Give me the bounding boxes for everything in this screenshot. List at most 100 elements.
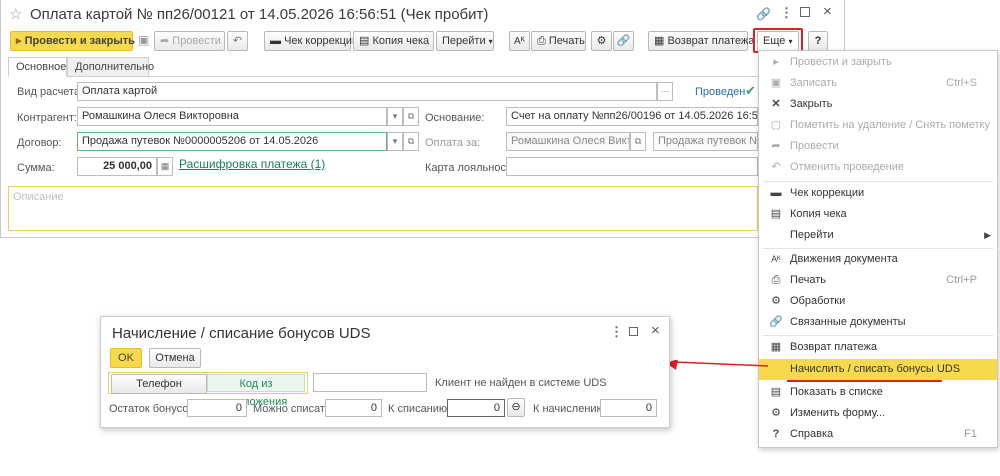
payment-for-contract: Продажа путевок №00000 — [653, 132, 758, 151]
menu-item-go-to[interactable]: Перейти ▶ — [759, 225, 997, 246]
tab-phone[interactable]: Телефон — [111, 374, 207, 394]
menu-item-movements[interactable]: Aᴷ Движения документа — [759, 249, 997, 270]
post-close-icon: ▸ — [16, 35, 22, 47]
ok-button[interactable]: OK — [110, 348, 142, 368]
menu-item-uds-bonuses[interactable]: Начислить / списать бонусы UDS — [759, 359, 997, 380]
balance-field: 0 — [187, 399, 247, 417]
maximize-icon[interactable] — [629, 327, 638, 336]
menu-item-close[interactable]: ✕ Закрыть — [759, 94, 997, 115]
receipt-copy-button[interactable]: ▤ Копия чека — [353, 31, 434, 51]
sum-field[interactable]: 25 000,00 — [77, 157, 157, 176]
contract-field[interactable]: Продажа путевок №0000005206 от 14.05.202… — [77, 132, 387, 151]
menu-item-unpost[interactable]: ↶ Отменить проведение — [759, 157, 997, 178]
more-button[interactable]: Еще ▾ — [757, 31, 799, 51]
menu-item-post[interactable]: ➦ Провести — [759, 136, 997, 157]
close-icon[interactable]: × — [651, 322, 660, 339]
basis-field[interactable]: Счет на оплату №пп26/00196 от 14.05.2026… — [506, 107, 758, 126]
tab-main[interactable]: Основное — [8, 57, 67, 77]
fill-max-button[interactable]: ⊖ — [507, 398, 525, 417]
maximize-icon[interactable] — [800, 7, 810, 17]
menu-item-linked-docs[interactable]: 🔗 Связанные документы — [759, 312, 997, 333]
chevron-down-icon[interactable]: ▾ — [387, 107, 403, 126]
loyalty-card-field[interactable] — [506, 157, 758, 176]
to-accrue-label: К начислению: — [533, 403, 608, 415]
close-icon: ✕ — [771, 98, 781, 110]
payment-type-field[interactable]: Оплата картой — [77, 82, 657, 101]
processing-icon: ⚙ — [771, 295, 781, 307]
menu-item-processing[interactable]: ⚙ Обработки — [759, 291, 997, 312]
close-window-icon[interactable]: × — [823, 3, 832, 20]
menu-item-change-form[interactable]: ⚙ Изменить форму... — [759, 403, 997, 424]
open-icon[interactable]: ⧉ — [403, 107, 419, 126]
post-and-close-button[interactable]: ▸ Провести и закрыть — [10, 31, 135, 51]
save-icon[interactable]: ▣ — [138, 33, 149, 47]
save-icon: ▣ — [770, 77, 782, 89]
post-icon: ➦ — [771, 140, 781, 152]
processing-button[interactable]: ⚙ — [591, 31, 612, 51]
mark-delete-icon: ▢ — [770, 119, 782, 131]
help-icon: ? — [772, 428, 780, 440]
calculator-icon[interactable]: ▦ — [157, 157, 173, 176]
settings-icon: ⚙ — [771, 407, 781, 419]
select-icon[interactable]: ··· — [657, 82, 673, 101]
client-status: Клиент не найден в системе UDS — [435, 377, 607, 389]
menu-item-receipt-correction[interactable]: ▬ Чек коррекции — [759, 183, 997, 204]
arrow-left-circle-icon: ⊖ — [511, 401, 521, 413]
favorite-star-icon[interactable]: ☆ — [9, 5, 22, 23]
linked-docs-button[interactable]: 🔗 — [613, 31, 634, 51]
payment-breakdown-link[interactable]: Расшифровка платежа (1) — [179, 157, 325, 171]
link-icon: 🔗 — [769, 316, 783, 328]
chevron-right-icon: ▶ — [984, 230, 991, 240]
checkmark-icon: ✔ — [745, 83, 756, 98]
menu-item-print[interactable]: ⎙ Печать Ctrl+P — [759, 270, 997, 291]
chevron-down-icon[interactable]: ▾ — [387, 132, 403, 151]
post-close-icon: ▸ — [773, 56, 779, 68]
link-icon[interactable]: 🔗 — [756, 7, 771, 21]
comment-field[interactable]: Описание — [8, 186, 758, 231]
to-accrue-field: 0 — [600, 399, 657, 417]
movements-button[interactable]: Aᴷ — [509, 31, 530, 51]
receipt-correction-icon: ▬ — [770, 187, 782, 199]
menu-item-refund[interactable]: ▦ Возврат платежа — [759, 337, 997, 358]
open-icon[interactable]: ⧉ — [630, 132, 646, 151]
unpost-button[interactable]: ↶ — [227, 31, 248, 51]
tab-app-code[interactable]: Код из приложения — [207, 374, 305, 408]
counterparty-field[interactable]: Ромашкина Олеся Викторовна — [77, 107, 387, 126]
uds-dialog: Начисление / списание бонусов UDS ⋮ × OK… — [100, 316, 670, 428]
link-icon: 🔗 — [616, 35, 631, 47]
go-to-dropdown[interactable]: Перейти ▾ — [436, 31, 494, 51]
post-button[interactable]: ➦ Провести — [154, 31, 225, 51]
chevron-down-icon: ▾ — [488, 37, 493, 46]
refund-icon: ▦ — [770, 341, 782, 353]
more-vertical-icon[interactable]: ⋮ — [780, 5, 793, 21]
code-input[interactable] — [313, 373, 427, 392]
print-button[interactable]: ⎙ Печать — [531, 31, 586, 51]
post-icon: ➦ — [160, 35, 170, 47]
menu-item-show-in-list[interactable]: ▤ Показать в списке — [759, 382, 997, 403]
menu-item-post-close[interactable]: ▸ Провести и закрыть — [759, 52, 997, 73]
tab-additional[interactable]: Дополнительно — [67, 57, 154, 77]
menu-separator — [763, 181, 993, 182]
menu-item-receipt-copy[interactable]: ▤ Копия чека — [759, 204, 997, 225]
receipt-copy-icon: ▤ — [770, 208, 782, 220]
chevron-down-icon: ▾ — [788, 37, 793, 46]
help-button[interactable]: ? — [808, 31, 828, 51]
menu-item-help[interactable]: ? Справка F1 — [759, 424, 997, 445]
dialog-title: Начисление / списание бонусов UDS — [112, 325, 371, 342]
more-vertical-icon[interactable]: ⋮ — [610, 324, 623, 340]
receipt-correction-button[interactable]: ▬ Чек коррекции — [264, 31, 358, 51]
menu-item-save[interactable]: ▣ Записать Ctrl+S — [759, 73, 997, 94]
open-icon[interactable]: ⧉ — [403, 132, 419, 151]
to-write-off-field[interactable]: 0 — [447, 399, 505, 417]
balance-label: Остаток бонусов: — [109, 403, 198, 415]
refund-button[interactable]: ▦ Возврат платежа — [648, 31, 754, 51]
show-list-icon: ▤ — [770, 386, 782, 398]
basis-label: Основание: — [425, 112, 485, 124]
status-posted: Проведен — [695, 86, 746, 98]
counterparty-label: Контрагент: — [17, 112, 77, 124]
menu-item-mark-delete[interactable]: ▢ Пометить на удаление / Снять пометку — [759, 115, 997, 136]
window-title: Оплата картой № пп26/00121 от 14.05.2026… — [30, 6, 489, 23]
cancel-button[interactable]: Отмена — [149, 348, 201, 368]
payment-type-label: Вид расчета: — [17, 86, 84, 98]
comment-placeholder: Описание — [13, 191, 64, 203]
